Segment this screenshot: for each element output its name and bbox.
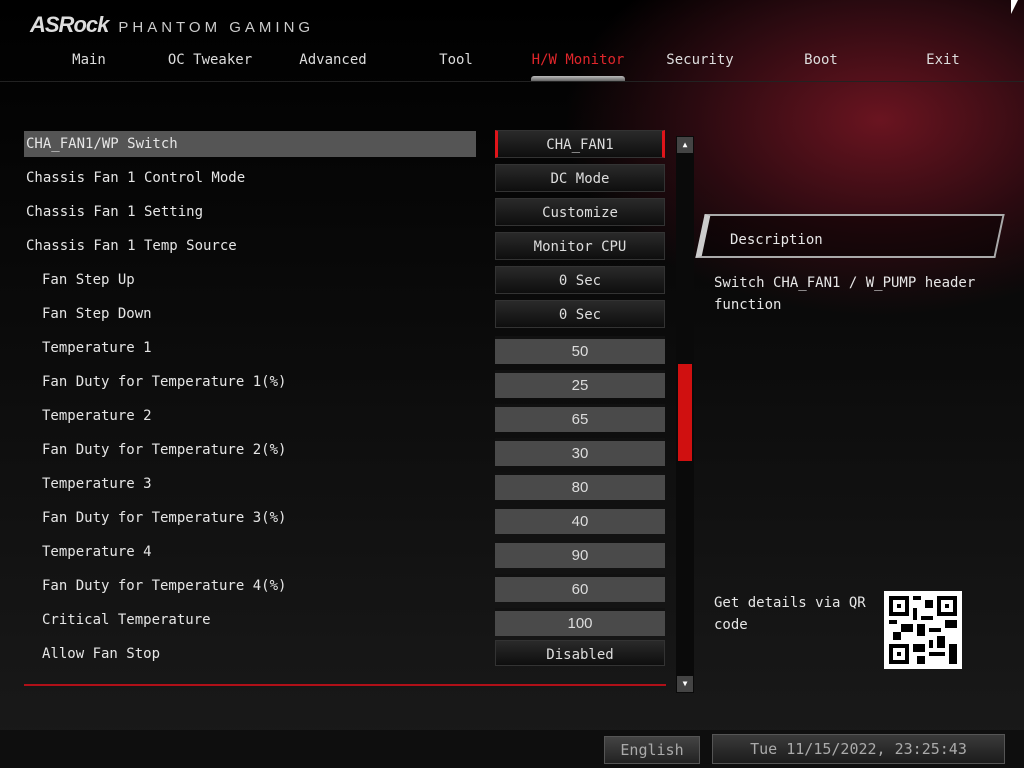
- tab-boot[interactable]: Boot: [804, 52, 838, 68]
- brand-sub: PHANTOM GAMING: [118, 19, 315, 36]
- datetime-display: Tue 11/15/2022, 23:25:43: [712, 734, 1005, 764]
- tab-exit[interactable]: Exit: [926, 52, 960, 68]
- setting-label[interactable]: Chassis Fan 1 Setting: [24, 199, 476, 225]
- language-button[interactable]: English: [604, 736, 700, 764]
- setting-label[interactable]: Fan Step Down: [24, 301, 476, 327]
- setting-label[interactable]: Fan Duty for Temperature 2(%): [24, 437, 476, 463]
- divider: [24, 684, 666, 686]
- qr-code-icon: [884, 591, 962, 669]
- setting-value[interactable]: Customize: [495, 198, 665, 226]
- setting-label[interactable]: Temperature 4: [24, 539, 476, 565]
- setting-label[interactable]: Fan Duty for Temperature 4(%): [24, 573, 476, 599]
- setting-label[interactable]: Fan Duty for Temperature 3(%): [24, 505, 476, 531]
- setting-label[interactable]: Temperature 3: [24, 471, 476, 497]
- setting-label[interactable]: Critical Temperature: [24, 607, 476, 633]
- scroll-down-icon[interactable]: ▼: [677, 676, 693, 692]
- setting-value[interactable]: 80: [495, 472, 665, 500]
- tab-oc-tweaker[interactable]: OC Tweaker: [168, 52, 252, 68]
- setting-value[interactable]: 30: [495, 438, 665, 466]
- setting-label[interactable]: Fan Duty for Temperature 1(%): [24, 369, 476, 395]
- setting-value[interactable]: CHA_FAN1: [495, 130, 665, 158]
- setting-label[interactable]: Fan Step Up: [24, 267, 476, 293]
- setting-value[interactable]: 90: [495, 540, 665, 568]
- scrollbar-thumb[interactable]: [678, 364, 692, 461]
- setting-value[interactable]: 65: [495, 404, 665, 432]
- setting-value[interactable]: 100: [495, 608, 665, 636]
- active-tab-indicator: [531, 76, 625, 81]
- qr-text: Get details via QR code: [714, 595, 866, 633]
- tab-advanced[interactable]: Advanced: [299, 52, 366, 68]
- main-tabs: Main OC Tweaker Advanced Tool H/W Monitor Sec…: [0, 50, 1024, 82]
- setting-value[interactable]: 25: [495, 370, 665, 398]
- scrollbar[interactable]: ▲ ▼: [676, 136, 694, 693]
- setting-value[interactable]: 60: [495, 574, 665, 602]
- setting-value[interactable]: 0 Sec: [495, 300, 665, 328]
- setting-label[interactable]: Chassis Fan 1 Temp Source: [24, 233, 476, 259]
- tab-security[interactable]: Security: [666, 52, 733, 68]
- setting-value[interactable]: 50: [495, 336, 665, 364]
- setting-value[interactable]: DC Mode: [495, 164, 665, 192]
- setting-label[interactable]: Temperature 2: [24, 403, 476, 429]
- mouse-cursor-icon: [1011, 0, 1018, 14]
- description-title: Description: [730, 232, 823, 248]
- setting-value[interactable]: Monitor CPU: [495, 232, 665, 260]
- scroll-up-icon[interactable]: ▲: [677, 137, 693, 153]
- description-text: Switch CHA_FAN1 / W_PUMP header function: [714, 275, 976, 313]
- brand-name: ASRock: [30, 12, 109, 37]
- setting-value[interactable]: 40: [495, 506, 665, 534]
- setting-label[interactable]: CHA_FAN1/WP Switch: [24, 131, 476, 157]
- setting-label[interactable]: Allow Fan Stop: [24, 641, 476, 667]
- tab-h-w-monitor[interactable]: H/W Monitor: [532, 52, 625, 68]
- setting-label[interactable]: Chassis Fan 1 Control Mode: [24, 165, 476, 191]
- setting-value[interactable]: Disabled: [495, 640, 665, 666]
- tab-tool[interactable]: Tool: [439, 52, 473, 68]
- tab-main[interactable]: Main: [72, 52, 106, 68]
- setting-value[interactable]: 0 Sec: [495, 266, 665, 294]
- setting-label[interactable]: Temperature 1: [24, 335, 476, 361]
- asrock-logo: ASRock PHANTOM GAMING: [30, 12, 314, 38]
